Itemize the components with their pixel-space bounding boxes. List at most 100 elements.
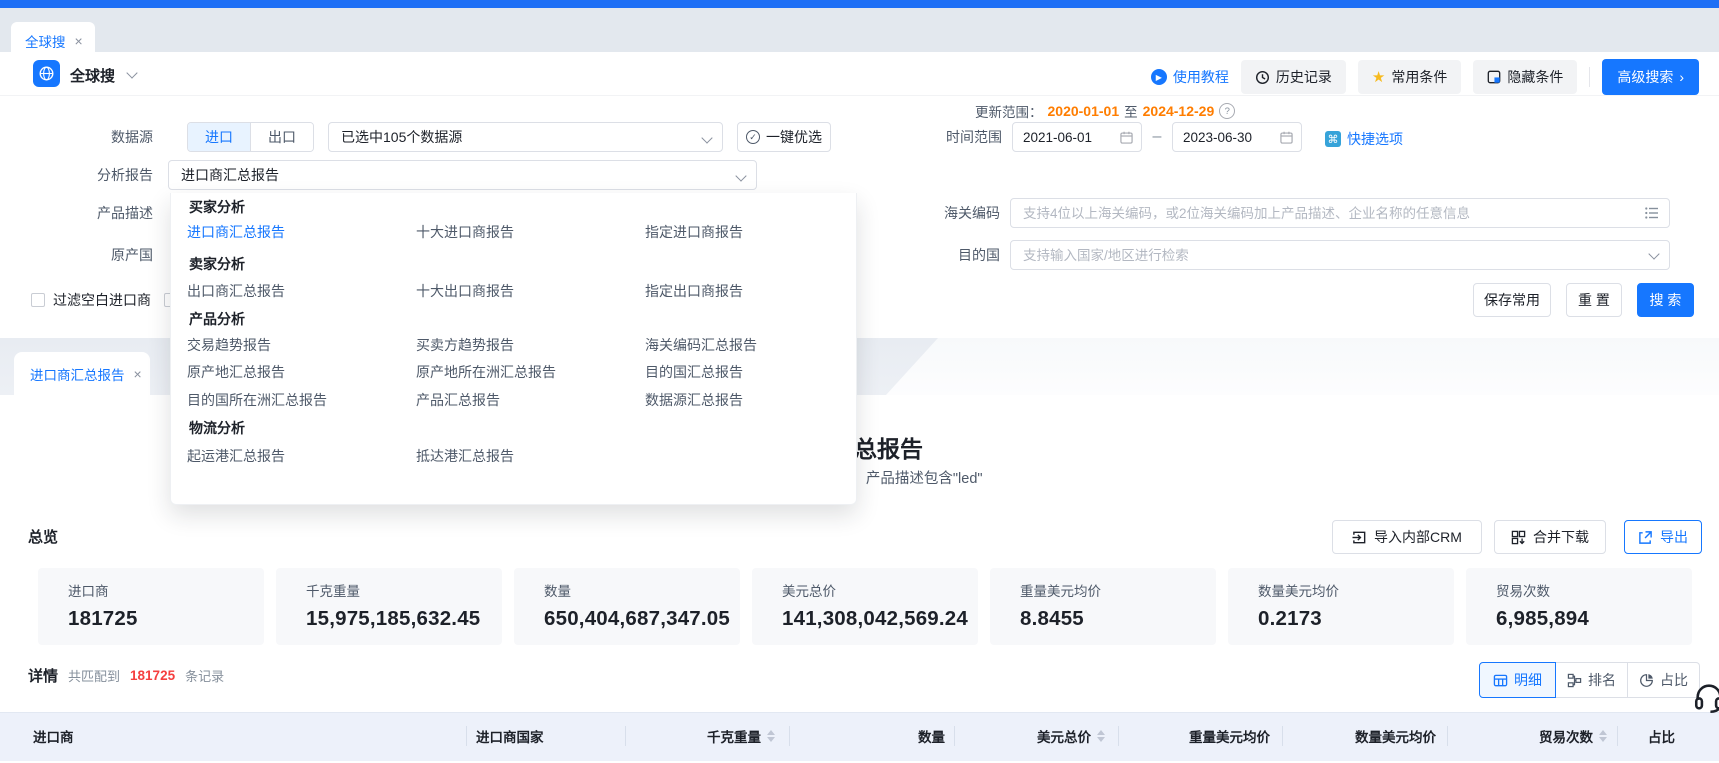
import-crm-icon: [1352, 530, 1367, 545]
stat-value: 6,985,894: [1496, 607, 1692, 631]
sort-icon[interactable]: [1097, 730, 1105, 742]
group-logistics-analysis: 物流分析: [189, 418, 245, 438]
option-specified-importer[interactable]: 指定进口商报告: [645, 222, 743, 242]
option-arrival-port[interactable]: 抵达港汇总报告: [416, 446, 514, 466]
reset-button[interactable]: 重 置: [1566, 283, 1622, 317]
report-select-value: 进口商汇总报告: [181, 165, 279, 185]
column-divider: [1118, 726, 1119, 746]
col-kg-weight[interactable]: 千克重量: [625, 712, 775, 760]
close-icon[interactable]: ×: [134, 367, 142, 381]
history-button[interactable]: 历史记录: [1241, 60, 1346, 94]
option-origin-continent[interactable]: 原产地所在洲汇总报告: [416, 362, 556, 382]
view-detail-button[interactable]: 明细: [1479, 662, 1556, 698]
option-origin-summary[interactable]: 原产地汇总报告: [187, 362, 285, 382]
option-dest-continent[interactable]: 目的国所在洲汇总报告: [187, 390, 327, 410]
group-seller-analysis: 卖家分析: [189, 254, 245, 274]
option-datasource-summary[interactable]: 数据源汇总报告: [645, 390, 743, 410]
match-prefix: 共匹配到: [68, 666, 120, 685]
close-icon[interactable]: ×: [75, 34, 83, 48]
col-label: 数量美元均价: [1355, 726, 1436, 746]
one-click-optimize-button[interactable]: ✓ 一键优选: [737, 122, 831, 152]
option-top10-importer[interactable]: 十大进口商报告: [416, 222, 514, 242]
import-export-toggle: 进口 出口: [187, 122, 314, 152]
detail-heading: 详情: [28, 665, 58, 686]
export-button[interactable]: 导出: [1624, 520, 1702, 554]
tutorial-button[interactable]: ▶ 使用教程: [1151, 67, 1229, 87]
match-suffix: 条记录: [185, 666, 224, 685]
browser-tab-label: 全球搜: [25, 31, 66, 51]
stat-card-usd-total: 美元总价 141,308,042,569.24: [752, 568, 978, 645]
chevron-down-icon: [735, 170, 746, 181]
save-common-button[interactable]: 保存常用: [1473, 283, 1551, 317]
col-importer-country[interactable]: 进口商国家: [476, 712, 544, 760]
toggle-export[interactable]: 出口: [251, 123, 313, 151]
overview-heading: 总览: [28, 526, 58, 547]
option-top10-exporter[interactable]: 十大出口商报告: [416, 281, 514, 301]
globe-icon: [38, 65, 55, 82]
search-button[interactable]: 搜 索: [1637, 283, 1694, 317]
hs-code-input[interactable]: [1010, 198, 1670, 228]
date-end-input[interactable]: 2023-06-30: [1172, 122, 1302, 152]
stat-value: 141,308,042,569.24: [782, 607, 978, 631]
col-share[interactable]: 占比: [1648, 712, 1675, 760]
quick-options-link[interactable]: ⌘ 快捷选项: [1325, 129, 1403, 149]
report-dropdown-panel: 买家分析 进口商汇总报告 十大进口商报告 指定进口商报告 卖家分析 出口商汇总报…: [170, 193, 857, 505]
option-buyer-seller-trend[interactable]: 买卖方趋势报告: [416, 335, 514, 355]
help-icon[interactable]: ?: [1219, 103, 1235, 119]
app-screen: 全球搜 × 全球搜 ▶ 使用教程 历史记录 ★ 常用条件: [0, 0, 1719, 763]
column-divider: [466, 726, 467, 746]
col-importer[interactable]: 进口商: [33, 712, 74, 760]
origin-country-label: 原产国: [111, 240, 153, 270]
stat-value: 15,975,185,632.45: [306, 607, 502, 631]
list-icon[interactable]: [1645, 206, 1659, 220]
toggle-import[interactable]: 进口: [188, 123, 251, 151]
sort-icon[interactable]: [1599, 730, 1607, 742]
destination-input[interactable]: [1010, 240, 1670, 270]
report-select[interactable]: 进口商汇总报告: [168, 160, 757, 190]
group-buyer-analysis: 买家分析: [189, 197, 245, 217]
option-trade-trend[interactable]: 交易趋势报告: [187, 335, 271, 355]
import-crm-button[interactable]: 导入内部CRM: [1332, 520, 1482, 554]
datasource-label: 数据源: [111, 122, 153, 152]
option-exporter-summary[interactable]: 出口商汇总报告: [187, 281, 285, 301]
advanced-search-button[interactable]: 高级搜索 ›: [1602, 59, 1699, 95]
col-quantity[interactable]: 数量: [789, 712, 945, 760]
option-importer-summary[interactable]: 进口商汇总报告: [187, 222, 285, 242]
datasource-select[interactable]: 已选中105个数据源: [328, 122, 723, 152]
option-product-summary[interactable]: 产品汇总报告: [416, 390, 500, 410]
star-icon: ★: [1372, 70, 1385, 85]
play-icon: ▶: [1151, 69, 1167, 85]
update-range: 更新范围： 2020-01-01 至 2024-12-29 ?: [975, 101, 1235, 121]
import-crm-label: 导入内部CRM: [1374, 527, 1462, 547]
option-departure-port[interactable]: 起运港汇总报告: [187, 446, 285, 466]
col-usd-per-qty[interactable]: 数量美元均价: [1282, 712, 1436, 760]
favorites-button[interactable]: ★ 常用条件: [1358, 60, 1461, 94]
match-count: 181725: [130, 668, 175, 683]
stat-value: 650,404,687,347.05: [544, 607, 740, 631]
stat-value: 0.2173: [1258, 607, 1454, 631]
headphone-support-icon[interactable]: [1692, 680, 1719, 714]
hide-conditions-button[interactable]: 隐藏条件: [1473, 60, 1577, 94]
save-common-label: 保存常用: [1484, 290, 1540, 310]
col-label: 数量: [918, 726, 945, 746]
stat-card-kg-weight: 千克重量 15,975,185,632.45: [276, 568, 502, 645]
stat-label: 重量美元均价: [1020, 580, 1216, 600]
sort-icon[interactable]: [767, 730, 775, 742]
merge-download-icon: [1511, 530, 1526, 545]
date-start-input[interactable]: 2021-06-01: [1012, 122, 1142, 152]
stat-label: 进口商: [68, 580, 264, 600]
option-hscode-summary[interactable]: 海关编码汇总报告: [645, 335, 757, 355]
option-specified-exporter[interactable]: 指定出口商报告: [645, 281, 743, 301]
hide-conditions-label: 隐藏条件: [1507, 67, 1563, 87]
view-switcher: 明细 排名 占比: [1479, 662, 1700, 698]
col-usd-per-weight[interactable]: 重量美元均价: [1118, 712, 1270, 760]
view-share-button[interactable]: 占比: [1628, 662, 1700, 698]
col-trade-count[interactable]: 贸易次数: [1447, 712, 1607, 760]
result-tab-importer-summary[interactable]: 进口商汇总报告 ×: [14, 352, 150, 395]
filter-blank-importer-checkbox[interactable]: [31, 293, 45, 307]
option-destination-summary[interactable]: 目的国汇总报告: [645, 362, 743, 382]
view-rank-button[interactable]: 排名: [1556, 662, 1628, 698]
col-usd-total[interactable]: 美元总价: [954, 712, 1105, 760]
page-title: 全球搜: [70, 65, 115, 86]
merge-download-button[interactable]: 合并下载: [1494, 520, 1606, 554]
